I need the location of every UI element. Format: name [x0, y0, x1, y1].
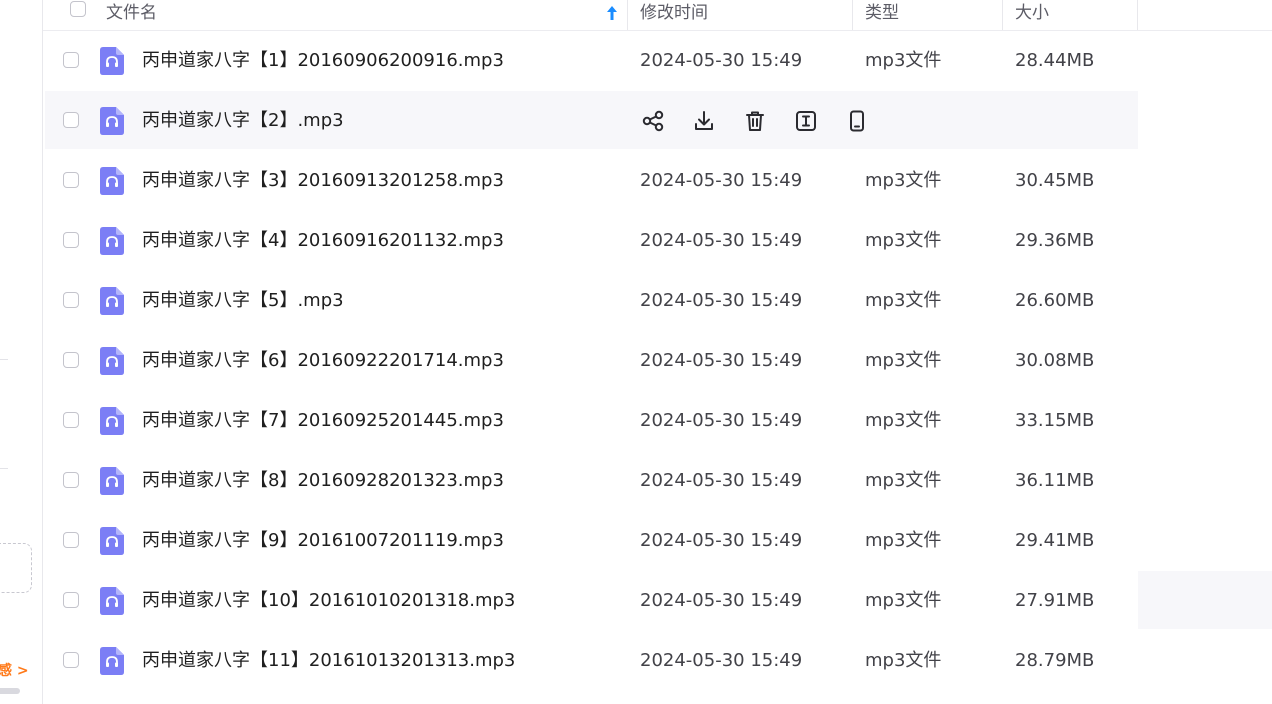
file-size: 28.44MB — [1015, 50, 1095, 71]
file-size: 30.45MB — [1015, 170, 1095, 191]
file-type: mp3文件 — [865, 590, 942, 611]
file-name[interactable]: 丙申道家八字【11】20161013201313.mp3 — [142, 631, 515, 691]
file-type: mp3文件 — [865, 650, 942, 671]
column-name[interactable]: 文件名 — [106, 0, 157, 30]
column-time[interactable]: 修改时间 — [640, 0, 708, 30]
row-checkbox[interactable] — [63, 472, 79, 488]
sidebar-divider — [0, 359, 8, 360]
audio-file-icon — [100, 167, 124, 195]
share-icon[interactable] — [640, 108, 666, 134]
file-type: mp3文件 — [865, 350, 942, 371]
column-divider[interactable] — [627, 0, 628, 30]
file-size: 27.91MB — [1015, 590, 1095, 611]
file-modified-time: 2024-05-30 15:49 — [640, 410, 803, 431]
row-checkbox[interactable] — [63, 52, 79, 68]
file-type: mp3文件 — [865, 290, 942, 311]
file-modified-time: 2024-05-30 15:49 — [640, 590, 803, 611]
audio-file-icon — [100, 107, 124, 135]
file-modified-time: 2024-05-30 15:49 — [640, 230, 803, 251]
row-checkbox[interactable] — [63, 112, 79, 128]
file-type: mp3文件 — [865, 230, 942, 251]
audio-file-icon — [100, 647, 124, 675]
column-divider[interactable] — [1137, 0, 1138, 30]
audio-file-icon — [100, 407, 124, 435]
table-row[interactable]: 丙申道家八字【6】20160922201714.mp3 2024-05-30 15… — [43, 331, 1272, 391]
file-modified-time: 2024-05-30 15:49 — [640, 290, 803, 311]
upload-drop-zone[interactable] — [0, 543, 32, 593]
table-row[interactable]: 丙申道家八字【1】20160906200916.mp3 2024-05-30 15… — [43, 31, 1272, 91]
file-size: 28.79MB — [1015, 650, 1095, 671]
table-row[interactable]: 丙申道家八字【9】20161007201119.mp3 2024-05-30 15… — [43, 511, 1272, 571]
download-icon[interactable] — [691, 108, 717, 134]
audio-file-icon — [100, 227, 124, 255]
table-row[interactable]: 丙申道家八字【3】20160913201258.mp3 2024-05-30 15… — [43, 151, 1272, 211]
file-modified-time: 2024-05-30 15:49 — [640, 650, 803, 671]
row-checkbox[interactable] — [63, 292, 79, 308]
sidebar-scrollbar[interactable] — [0, 688, 20, 694]
column-type[interactable]: 类型 — [865, 0, 899, 30]
file-name[interactable]: 丙申道家八字【9】20161007201119.mp3 — [142, 511, 504, 571]
audio-file-icon — [100, 587, 124, 615]
file-name[interactable]: 丙申道家八字【6】20160922201714.mp3 — [142, 331, 504, 391]
file-modified-time: 2024-05-30 15:49 — [640, 50, 803, 71]
file-name[interactable]: 丙申道家八字【7】20160925201445.mp3 — [142, 391, 504, 451]
row-checkbox[interactable] — [63, 232, 79, 248]
file-size: 30.08MB — [1015, 350, 1095, 371]
row-checkbox[interactable] — [63, 352, 79, 368]
file-name[interactable]: 丙申道家八字【1】20160906200916.mp3 — [142, 31, 504, 91]
file-type: mp3文件 — [865, 410, 942, 431]
promo-link[interactable]: 感 > — [0, 660, 29, 680]
file-size: 29.36MB — [1015, 230, 1095, 251]
file-type: mp3文件 — [865, 530, 942, 551]
table-row[interactable]: 丙申道家八字【2】.mp3 — [43, 91, 1272, 151]
file-name[interactable]: 丙申道家八字【8】20160928201323.mp3 — [142, 451, 504, 511]
file-name[interactable]: 丙申道家八字【3】20160913201258.mp3 — [142, 151, 504, 211]
audio-file-icon — [100, 287, 124, 315]
audio-file-icon — [100, 47, 124, 75]
file-modified-time: 2024-05-30 15:49 — [640, 350, 803, 371]
audio-file-icon — [100, 527, 124, 555]
sidebar-divider — [0, 468, 8, 469]
column-size[interactable]: 大小 — [1015, 0, 1049, 30]
file-type: mp3文件 — [865, 170, 942, 191]
table-row[interactable]: 丙申道家八字【10】20161010201318.mp3 2024-05-30 1… — [43, 571, 1272, 631]
table-row[interactable]: 丙申道家八字【5】.mp3 2024-05-30 15:49 mp3文件 26.60M… — [43, 271, 1272, 331]
file-modified-time: 2024-05-30 15:49 — [640, 530, 803, 551]
file-size: 29.41MB — [1015, 530, 1095, 551]
left-sidebar: 感 > — [0, 0, 43, 704]
table-row[interactable]: 丙申道家八字【11】20161013201313.mp3 2024-05-30 1… — [43, 631, 1272, 691]
column-divider[interactable] — [852, 0, 853, 30]
table-row[interactable]: 丙申道家八字【4】20160916201132.mp3 2024-05-30 15… — [43, 211, 1272, 271]
file-list-header: 文件名 修改时间 类型 大小 — [43, 0, 1272, 31]
file-name[interactable]: 丙申道家八字【5】.mp3 — [142, 271, 344, 331]
row-checkbox[interactable] — [63, 592, 79, 608]
file-name[interactable]: 丙申道家八字【10】20161010201318.mp3 — [142, 571, 515, 631]
file-type: mp3文件 — [865, 50, 942, 71]
file-size: 36.11MB — [1015, 470, 1095, 491]
delete-icon[interactable] — [742, 108, 768, 134]
column-divider[interactable] — [1002, 0, 1003, 30]
file-modified-time: 2024-05-30 15:49 — [640, 170, 803, 191]
phone-icon[interactable] — [844, 108, 870, 134]
row-checkbox[interactable] — [63, 172, 79, 188]
rename-icon[interactable] — [793, 108, 819, 134]
file-modified-time: 2024-05-30 15:49 — [640, 470, 803, 491]
audio-file-icon — [100, 467, 124, 495]
table-row[interactable]: 丙申道家八字【8】20160928201323.mp3 2024-05-30 15… — [43, 451, 1272, 511]
row-checkbox[interactable] — [63, 532, 79, 548]
select-all-checkbox[interactable] — [70, 1, 86, 17]
file-name[interactable]: 丙申道家八字【4】20160916201132.mp3 — [142, 211, 504, 271]
audio-file-icon — [100, 347, 124, 375]
file-type: mp3文件 — [865, 470, 942, 491]
table-row[interactable]: 丙申道家八字【7】20160925201445.mp3 2024-05-30 15… — [43, 391, 1272, 451]
file-size: 33.15MB — [1015, 410, 1095, 431]
file-size: 26.60MB — [1015, 290, 1095, 311]
sort-ascending-icon[interactable] — [605, 4, 619, 22]
file-name[interactable]: 丙申道家八字【2】.mp3 — [142, 91, 344, 151]
row-checkbox[interactable] — [63, 412, 79, 428]
row-checkbox[interactable] — [63, 652, 79, 668]
